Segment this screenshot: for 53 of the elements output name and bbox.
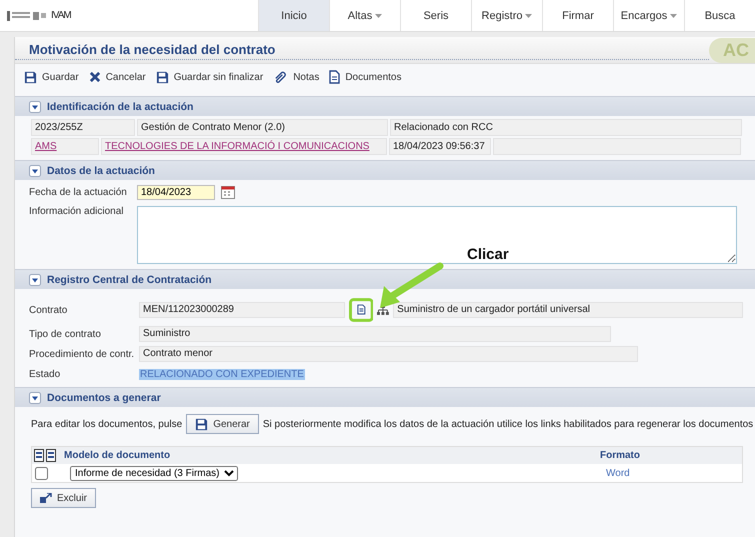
value-field: Suministro <box>139 326 611 342</box>
column-header: Modelo de documento <box>64 450 172 461</box>
section-title: Documentos a generar <box>47 392 161 404</box>
field-label: Estado <box>29 368 62 380</box>
toolbar-button[interactable]: Guardar sin finalizar <box>156 70 264 84</box>
contract-field: MEN/112023000289 <box>139 302 345 318</box>
section-title: Datos de la actuación <box>47 164 155 176</box>
paperclip-icon <box>273 70 288 84</box>
date-field[interactable]: 18/04/2023 <box>137 185 215 200</box>
field-label: Procedimiento de contr. <box>29 348 136 360</box>
table-cell: 18/04/2023 09:56:37 <box>389 138 491 155</box>
collapse-icon[interactable] <box>29 274 41 286</box>
section-title: Registro Central de Contratación <box>47 274 212 286</box>
page-title: Motivación de la necesidad del contrato <box>15 40 709 60</box>
collapse-icon[interactable] <box>29 164 41 176</box>
table-cell: 2023/255Z <box>31 119 135 136</box>
calendar-icon[interactable] <box>221 186 235 199</box>
brand-name: IVAM <box>51 10 71 21</box>
field-label: Información adicional <box>29 206 124 217</box>
exclude-button[interactable]: Excluir <box>31 488 96 508</box>
field-label: Contrato <box>29 304 68 316</box>
toolbar-button[interactable]: Documentos <box>329 70 402 84</box>
instruction-text: Si posteriormente modifica los datos de la actuación utilice los links habilitados para regenerar los documentos <box>262 418 754 430</box>
format-text: Word <box>606 468 630 478</box>
field-label: Fecha de la actuación <box>29 187 128 198</box>
close-icon <box>88 71 101 83</box>
status-text: RELACIONADO CON EXPEDIENTE <box>139 368 305 380</box>
value-field: Contrato menor <box>139 346 638 362</box>
generate-button[interactable]: Generar <box>186 414 259 434</box>
collapse-icon[interactable] <box>29 392 41 404</box>
contract-description-field: Suministro de un cargador portátil universal <box>393 302 743 318</box>
toolbar-button[interactable]: Cancelar <box>88 71 146 83</box>
section-badge: AC <box>709 38 755 62</box>
column-header: Formato <box>600 450 640 461</box>
collapse-icon[interactable] <box>29 100 41 112</box>
instruction-text: Para editar los documentos, pulse <box>31 418 182 430</box>
logo-icon <box>7 10 47 22</box>
nav-tab[interactable]: Inicio <box>258 0 329 31</box>
table-cell: Gestión de Contrato Menor (2.0) <box>137 119 388 136</box>
row-checkbox[interactable] <box>35 466 48 480</box>
document-button[interactable] <box>348 298 374 322</box>
toolbar-button[interactable]: Notas <box>273 70 320 84</box>
model-dropdown[interactable]: Informe de necesidad (3 Firmas) <box>70 466 238 480</box>
select-all-icon[interactable] <box>34 449 56 462</box>
section-title: Identificación de la actuación <box>47 100 194 112</box>
link[interactable]: TECNOLOGIES DE LA INFORMACIÓ I COMUNICACIONS <box>101 138 387 155</box>
table-cell: Relacionado con RCC <box>390 119 742 136</box>
annotation-label: Clicar <box>467 246 509 263</box>
export-icon <box>40 493 52 503</box>
field-label: Tipo de contrato <box>29 328 102 340</box>
link[interactable]: AMS <box>31 138 99 155</box>
document-icon <box>329 70 340 84</box>
toolbar-button[interactable]: Guardar <box>24 70 79 84</box>
